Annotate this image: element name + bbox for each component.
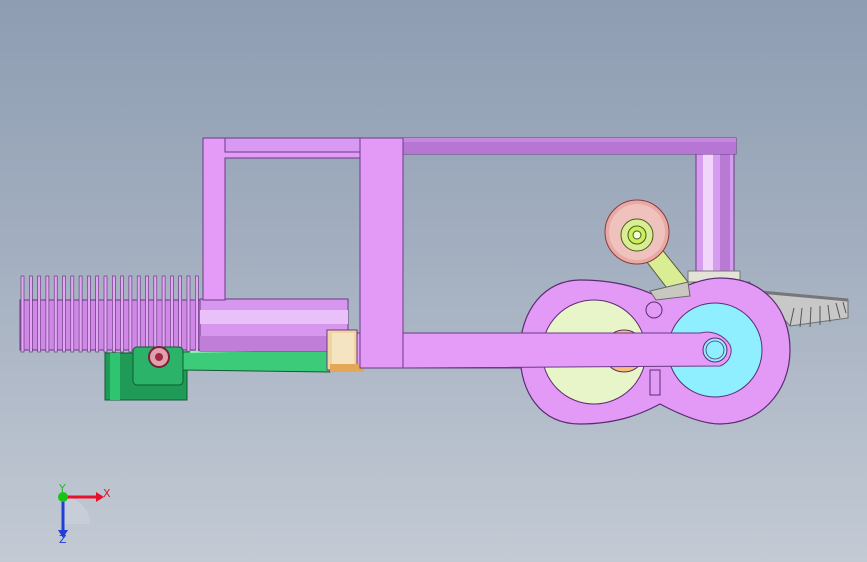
- cooling-fin: [153, 275, 158, 353]
- cooling-fin: [112, 275, 116, 353]
- coordinate-triad: X Y Z: [58, 482, 111, 546]
- green-carburetor[interactable]: [104, 346, 331, 401]
- cooling-fin: [161, 275, 166, 353]
- cooling-fin: [103, 275, 108, 353]
- cooling-fin: [78, 275, 83, 353]
- cooling-fin: [120, 275, 124, 353]
- cooling-fin: [45, 275, 50, 353]
- crank-rod[interactable]: [402, 331, 732, 369]
- cooling-fin: [20, 275, 25, 353]
- z-axis-label: Z: [59, 533, 67, 546]
- cooling-fin: [186, 275, 191, 353]
- y-axis-label: Y: [58, 482, 66, 495]
- cooling-fin: [37, 275, 41, 353]
- cylinder[interactable]: [199, 298, 349, 352]
- cooling-fin: [95, 275, 99, 353]
- cooling-fin: [178, 275, 182, 353]
- cooling-fin: [70, 275, 75, 353]
- cad-viewport[interactable]: X Y Z: [0, 0, 867, 562]
- cooling-fin: [128, 275, 133, 353]
- left-vertical-frame[interactable]: [202, 137, 361, 301]
- right-post[interactable]: [679, 152, 751, 299]
- cooling-fin: [28, 275, 33, 353]
- cooling-fin: [53, 275, 58, 353]
- cooling-fins[interactable]: [19, 275, 203, 353]
- cooling-fin: [170, 275, 174, 353]
- cooling-fin: [87, 275, 91, 353]
- x-axis-label: X: [103, 487, 111, 500]
- model-canvas[interactable]: X Y Z: [0, 0, 867, 562]
- cooling-fin: [136, 275, 141, 353]
- cooling-fin: [145, 275, 149, 353]
- cooling-fin: [195, 275, 199, 353]
- cooling-fin: [62, 275, 66, 353]
- idler-roller[interactable]: [604, 199, 670, 265]
